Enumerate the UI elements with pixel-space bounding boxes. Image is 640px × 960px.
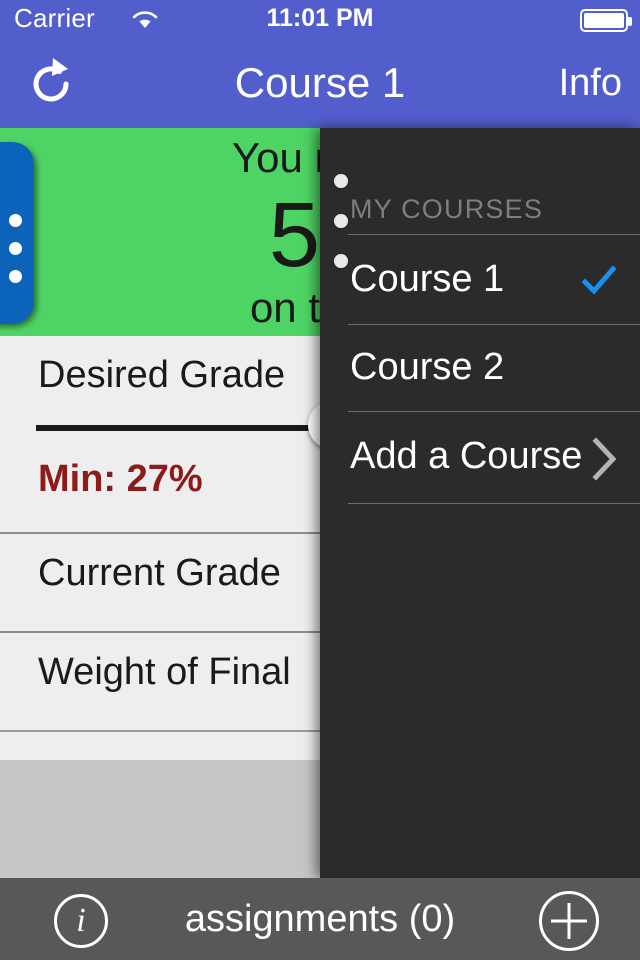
menu-divider bbox=[348, 503, 640, 504]
plus-circle-icon[interactable] bbox=[538, 890, 600, 952]
menu-handle-dot-icon bbox=[334, 214, 348, 228]
app-screen: Carrier 11:01 PM Course 1 Info You need … bbox=[0, 0, 640, 960]
desired-grade-label: Desired Grade bbox=[38, 354, 286, 396]
info-button[interactable]: Info bbox=[559, 54, 622, 112]
clock-label: 11:01 PM bbox=[266, 4, 374, 32]
menu-item-course-2[interactable]: Course 2 bbox=[320, 326, 640, 414]
left-drawer-handle[interactable] bbox=[0, 142, 34, 324]
page-title: Course 1 bbox=[234, 59, 406, 106]
drawer-handle-dot-icon bbox=[9, 270, 22, 283]
bottom-toolbar: i assignments (0) bbox=[0, 878, 640, 960]
side-menu-panel: MY COURSES Course 1 Course 2 Add a Cours… bbox=[320, 128, 640, 878]
menu-item-course-1[interactable]: Course 1 bbox=[320, 238, 640, 326]
chevron-right-icon bbox=[592, 437, 617, 481]
menu-divider bbox=[348, 411, 640, 412]
minimum-grade-label: Min: 27% bbox=[38, 458, 203, 500]
checkmark-icon bbox=[582, 266, 616, 295]
drawer-handle-dot-icon bbox=[9, 242, 22, 255]
menu-item-label: Course 1 bbox=[350, 258, 505, 300]
battery-full-icon bbox=[580, 9, 632, 32]
menu-divider bbox=[348, 324, 640, 325]
navigation-bar: Course 1 Info bbox=[0, 40, 640, 128]
weight-of-final-label: Weight of Final bbox=[38, 651, 291, 693]
status-bar: Carrier 11:01 PM bbox=[0, 0, 640, 40]
drawer-handle-dot-icon bbox=[9, 214, 22, 227]
current-grade-label: Current Grade bbox=[38, 552, 281, 594]
menu-section-header: MY COURSES bbox=[350, 194, 544, 224]
menu-handle-dot-icon bbox=[334, 174, 348, 188]
menu-item-label: Course 2 bbox=[350, 346, 505, 388]
menu-item-add-a-course[interactable]: Add a Course bbox=[320, 415, 640, 503]
menu-item-label: Add a Course bbox=[350, 435, 583, 477]
menu-divider bbox=[348, 234, 640, 235]
